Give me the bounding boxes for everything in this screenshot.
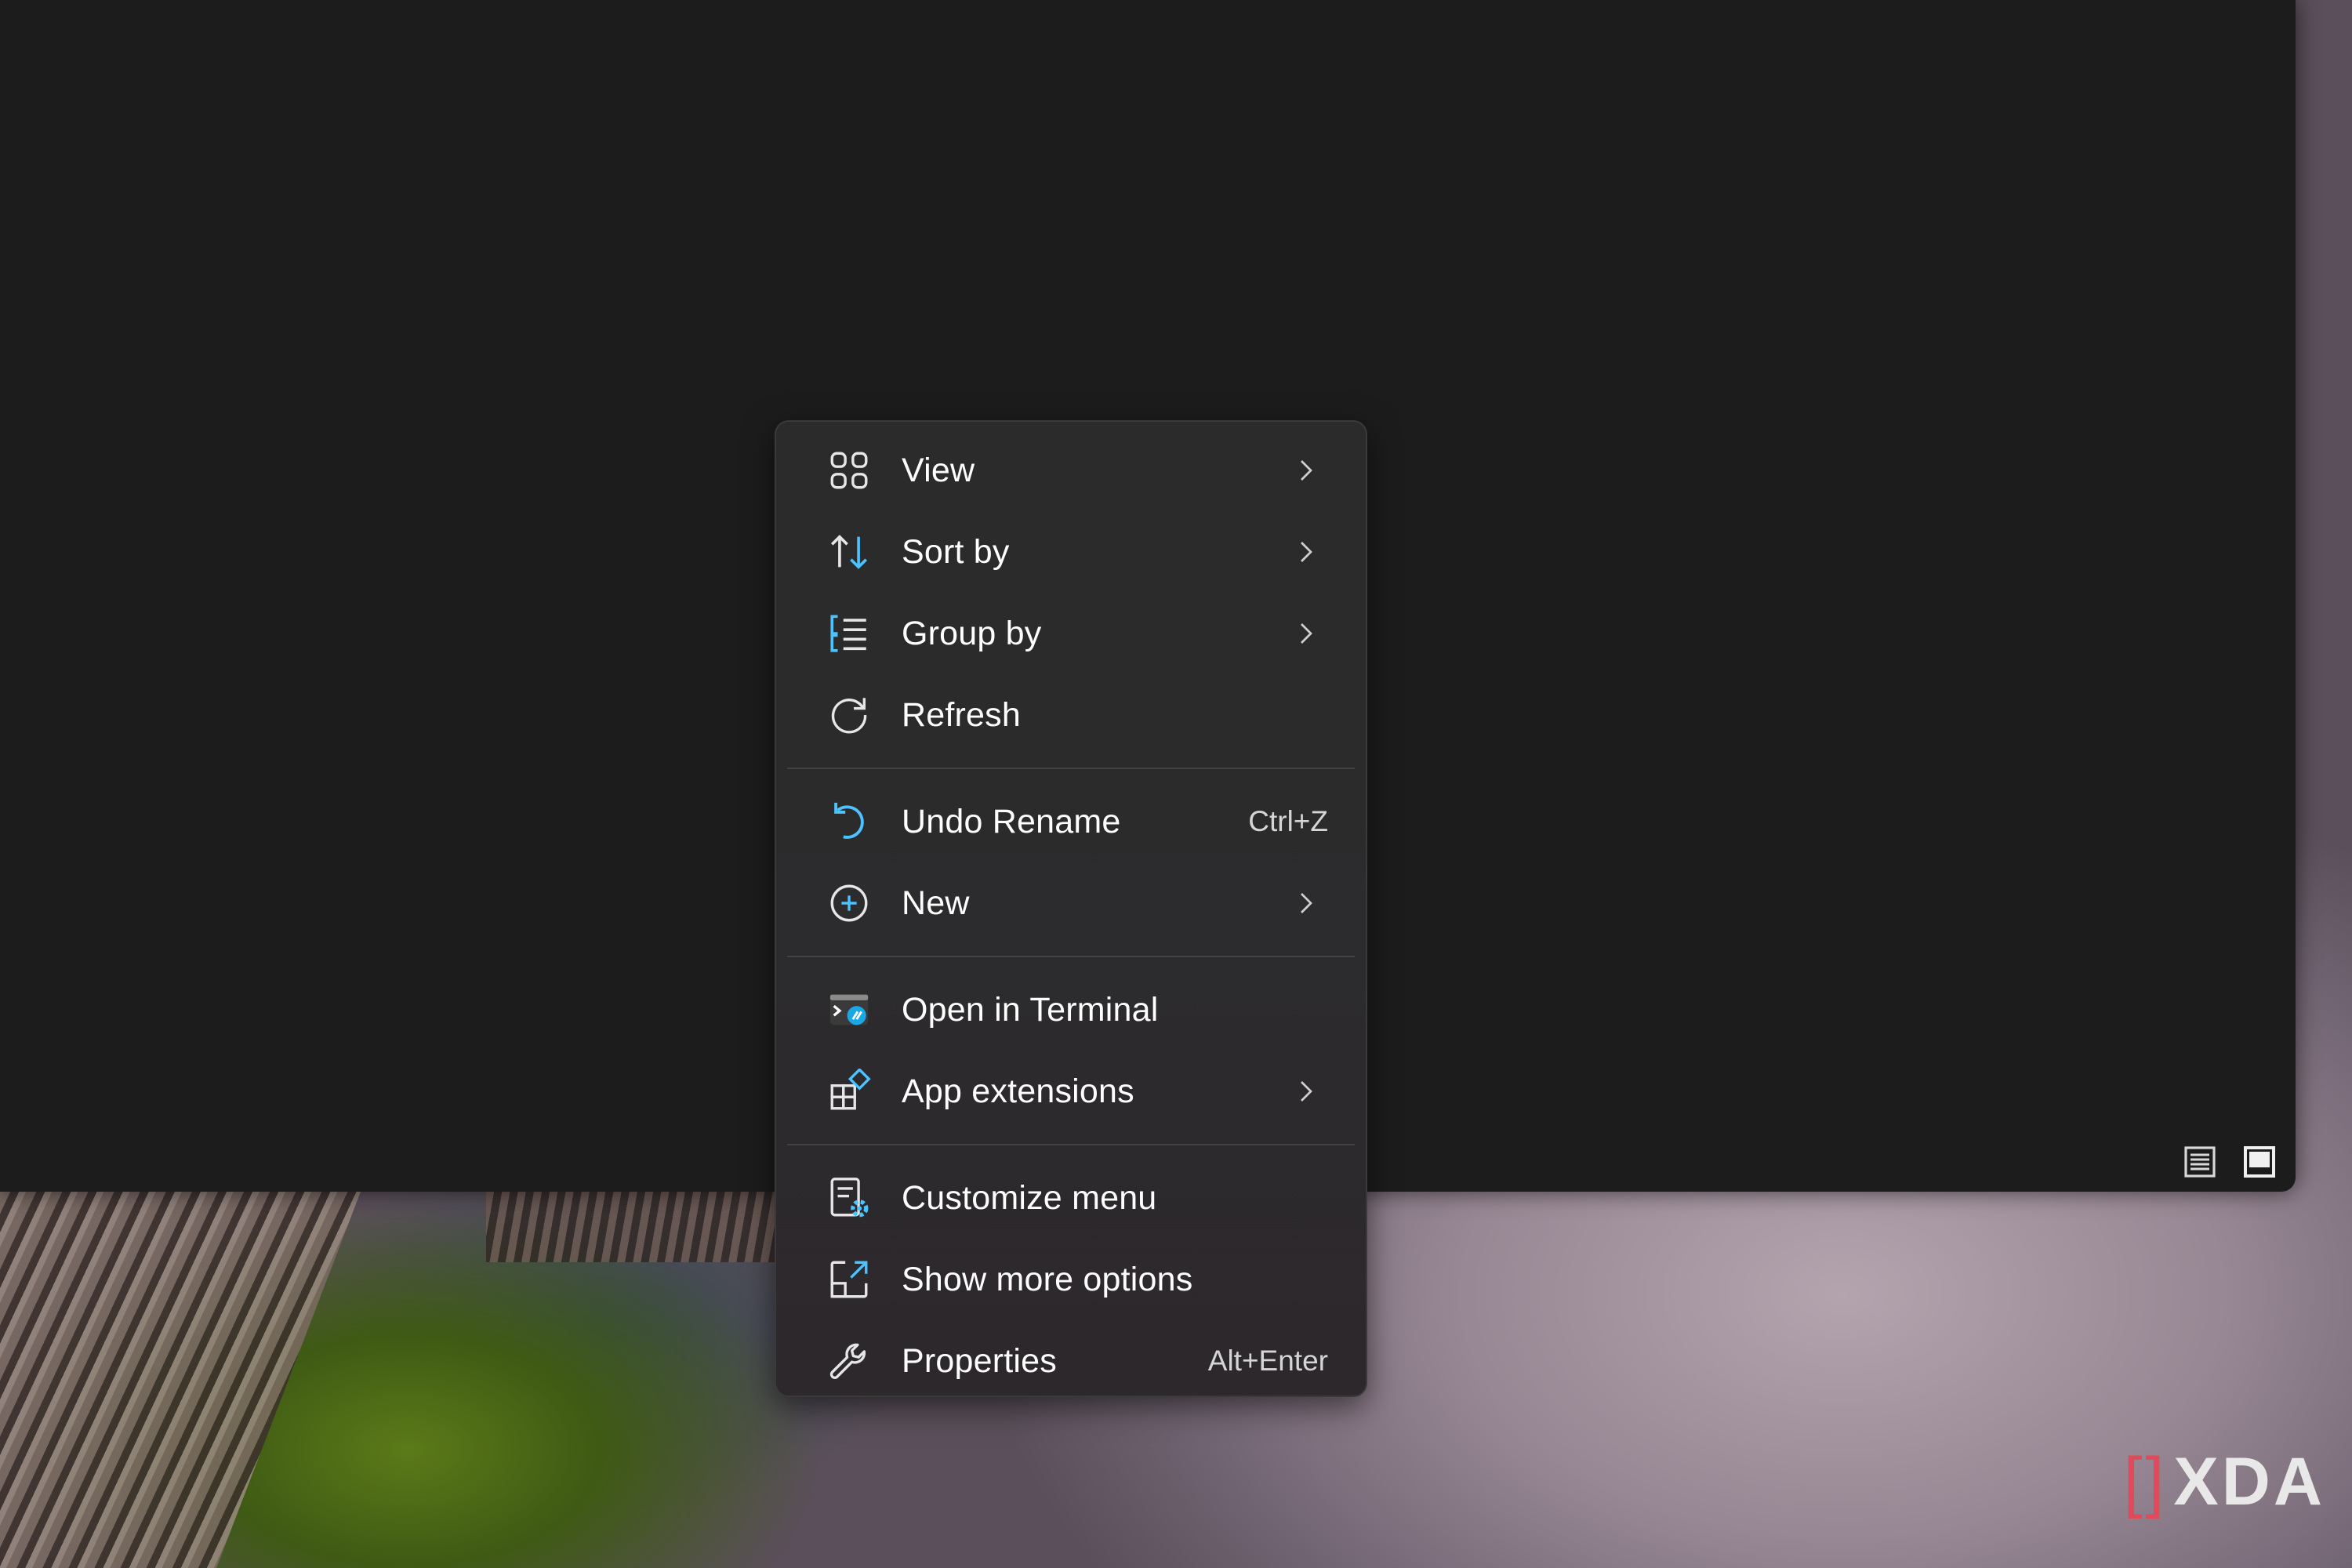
chevron-right-icon — [1292, 538, 1320, 566]
menu-separator — [787, 768, 1355, 769]
wrench-icon — [826, 1338, 872, 1384]
menu-item-properties[interactable]: Properties Alt+Enter — [787, 1320, 1355, 1402]
menu-item-label: Show more options — [902, 1260, 1193, 1298]
menu-item-label: Properties — [902, 1341, 1057, 1380]
watermark-text: XDA — [2173, 1444, 2325, 1519]
menu-item-refresh[interactable]: Refresh — [787, 674, 1355, 756]
shortcut-label: Ctrl+Z — [1248, 805, 1328, 837]
menu-item-label: Refresh — [902, 695, 1021, 734]
menu-separator — [787, 956, 1355, 957]
view-toggles — [2180, 1142, 2280, 1182]
sort-icon — [826, 529, 872, 575]
show-more-icon — [826, 1257, 872, 1302]
details-view-icon — [2184, 1146, 2216, 1178]
menu-item-show-more-options[interactable]: Show more options — [787, 1239, 1355, 1320]
terminal-icon — [826, 987, 872, 1033]
chevron-right-icon — [1292, 619, 1320, 648]
chevron-right-icon — [1292, 1077, 1320, 1105]
group-list-icon — [826, 611, 872, 656]
preview-view-button[interactable] — [2239, 1142, 2280, 1182]
preview-view-icon — [2244, 1146, 2275, 1178]
xda-logo-icon: [] — [2123, 1444, 2168, 1519]
wallpaper-deck — [0, 1192, 361, 1568]
chevron-right-icon — [1292, 889, 1320, 917]
wallpaper-deck-top — [486, 1192, 800, 1262]
menu-item-app-extensions[interactable]: App extensions — [787, 1051, 1355, 1132]
menu-item-view[interactable]: View — [787, 430, 1355, 511]
menu-item-group-by[interactable]: Group by — [787, 593, 1355, 674]
menu-item-label: New — [902, 884, 970, 922]
context-menu: View Sort by Group by Refresh Undo Renam… — [775, 420, 1367, 1397]
menu-item-label: Open in Terminal — [902, 990, 1159, 1029]
refresh-icon — [826, 692, 872, 738]
menu-item-label: Group by — [902, 614, 1042, 652]
menu-item-customize-menu[interactable]: Customize menu — [787, 1157, 1355, 1239]
menu-item-label: Customize menu — [902, 1178, 1157, 1217]
xda-watermark: [] XDA — [2124, 1443, 2325, 1521]
menu-item-label: Undo Rename — [902, 802, 1121, 840]
app-extensions-icon — [826, 1069, 872, 1114]
menu-separator — [787, 1144, 1355, 1145]
menu-item-label: View — [902, 451, 975, 489]
menu-item-sort-by[interactable]: Sort by — [787, 511, 1355, 593]
menu-item-open-in-terminal[interactable]: Open in Terminal — [787, 969, 1355, 1051]
menu-item-undo-rename[interactable]: Undo Rename Ctrl+Z — [787, 781, 1355, 862]
menu-item-label: App extensions — [902, 1072, 1134, 1110]
menu-item-label: Sort by — [902, 532, 1010, 571]
grid-icon — [826, 448, 872, 493]
details-view-button[interactable] — [2180, 1142, 2220, 1182]
plus-circle-icon — [826, 880, 872, 926]
customize-menu-icon — [826, 1175, 872, 1221]
undo-icon — [826, 799, 872, 844]
shortcut-label: Alt+Enter — [1207, 1345, 1328, 1377]
chevron-right-icon — [1292, 456, 1320, 485]
menu-item-new[interactable]: New — [787, 862, 1355, 944]
